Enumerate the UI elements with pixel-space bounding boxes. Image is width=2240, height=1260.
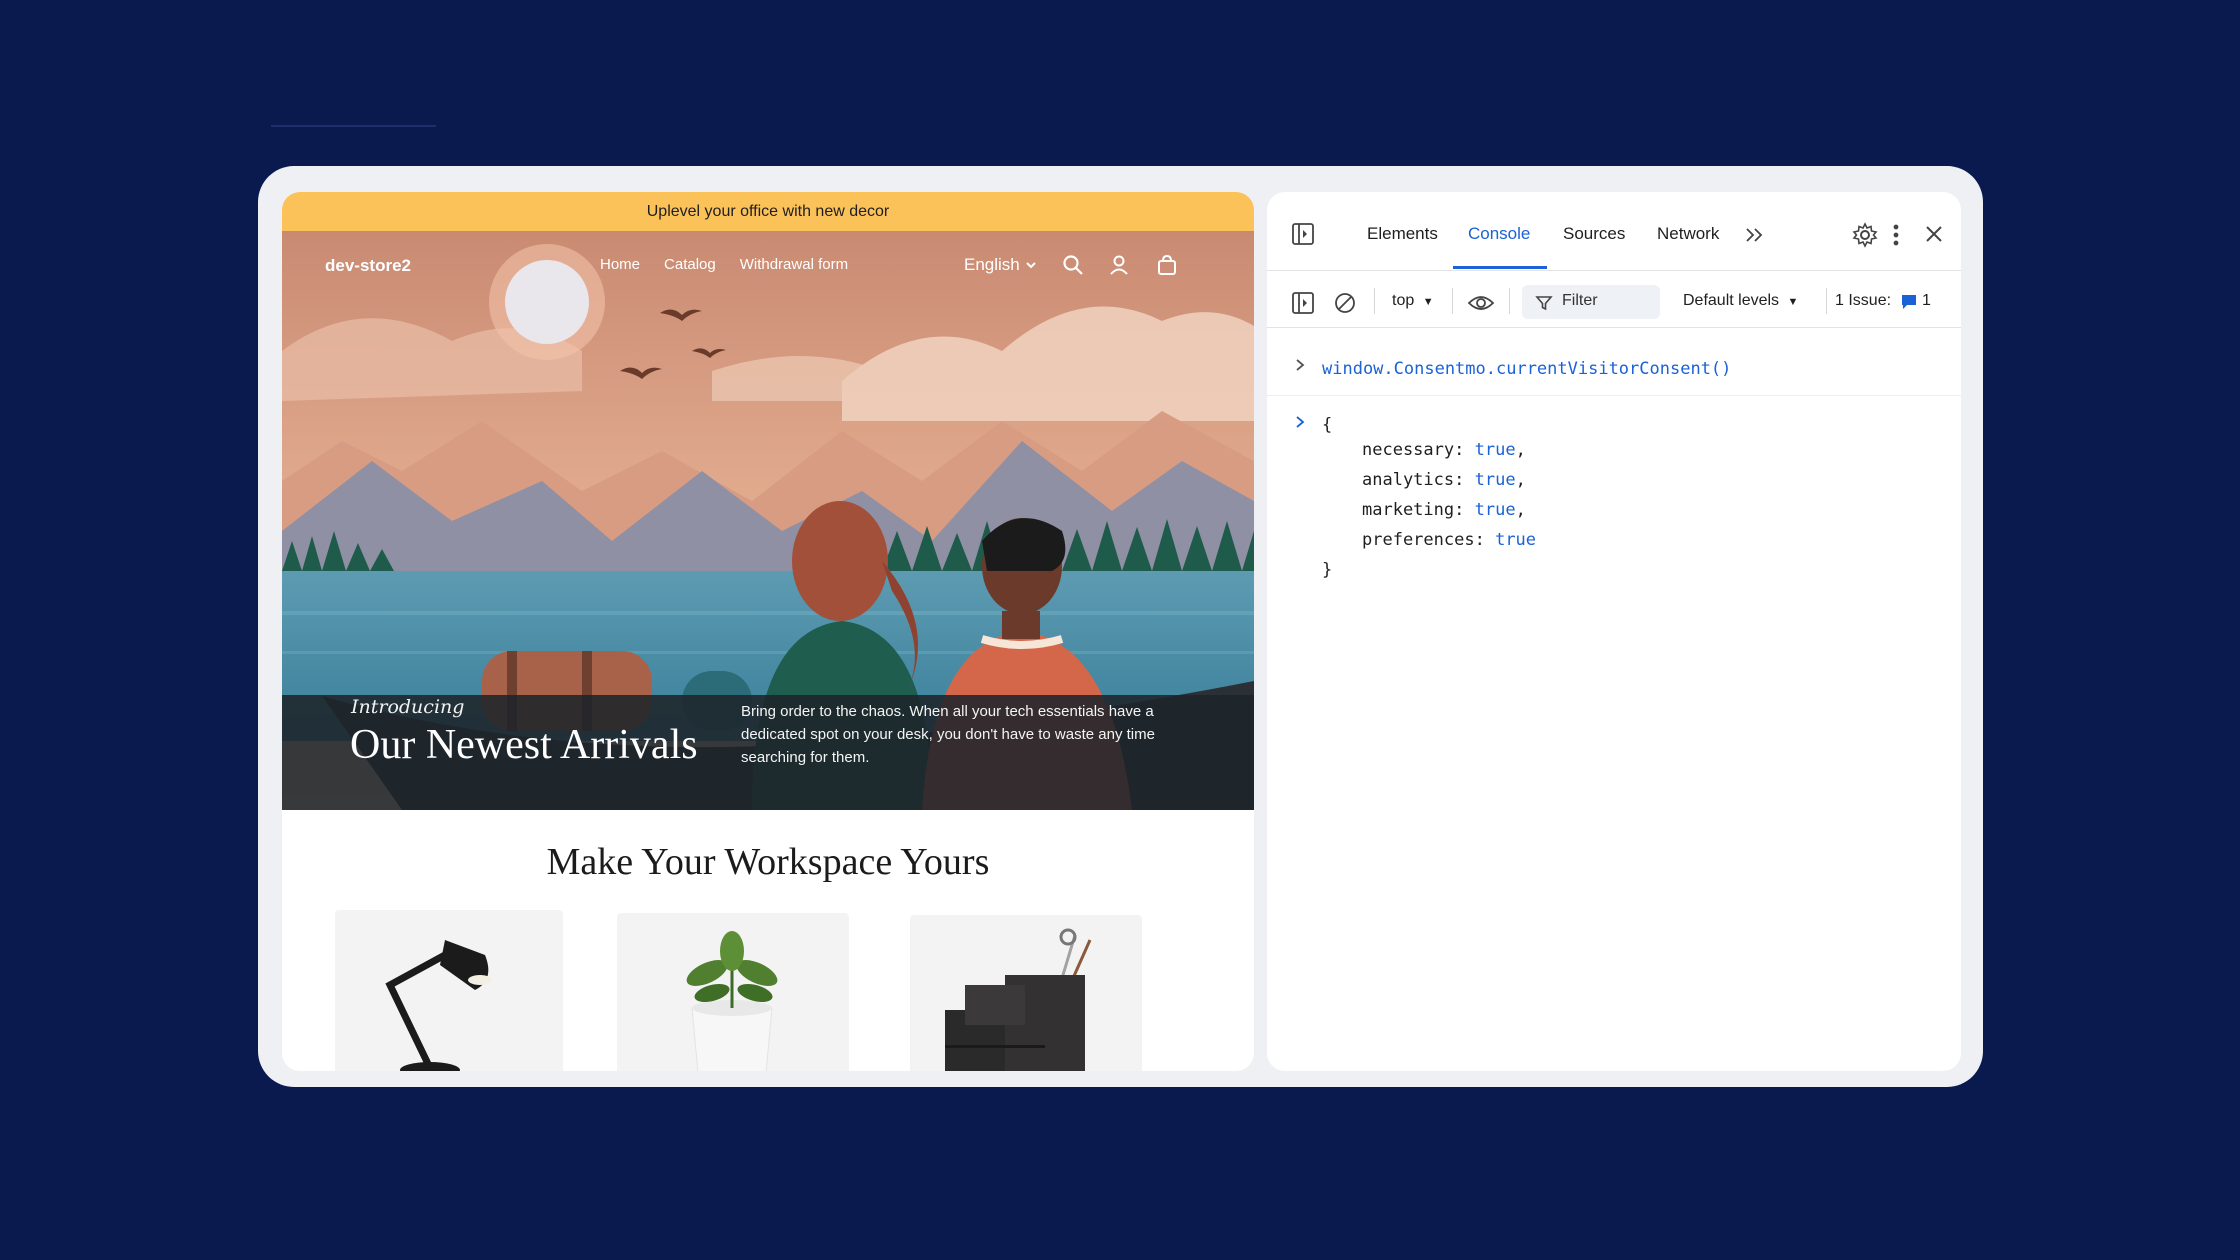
log-levels-label: Default levels	[1683, 292, 1780, 309]
filter-placeholder: Filter	[1562, 292, 1598, 309]
property-key: preferences:	[1362, 530, 1485, 550]
product-card-organizer[interactable]	[910, 915, 1142, 1071]
section-title: Make Your Workspace Yours	[546, 841, 990, 883]
result-property-necessary: necessary: true,	[1362, 440, 1526, 460]
announcement-text: Uplevel your office with new decor	[646, 202, 890, 220]
active-tab-indicator	[1453, 266, 1547, 269]
property-value: true	[1474, 500, 1516, 520]
tab-elements[interactable]: Elements	[1367, 224, 1438, 244]
settings-gear-icon[interactable]	[1852, 222, 1878, 248]
property-comma: ,	[1515, 440, 1526, 460]
announcement-bar[interactable]: Uplevel your office with new decor	[282, 192, 1254, 231]
live-expression-eye-icon[interactable]	[1467, 291, 1495, 315]
property-key: analytics:	[1362, 470, 1465, 490]
tab-console[interactable]: Console	[1468, 224, 1530, 244]
console-input-expression[interactable]: window.Consentmo.currentVisitorConsent()	[1322, 359, 1731, 379]
log-levels-dropdown[interactable]: Default levels ▼	[1683, 292, 1798, 310]
property-comma: ,	[1515, 500, 1526, 520]
context-selector[interactable]: top ▼	[1392, 292, 1434, 310]
hero-blurb: Bring order to the chaos. When all your …	[741, 703, 1155, 766]
account-icon[interactable]	[1107, 253, 1131, 277]
nav-link-home[interactable]: Home	[600, 256, 640, 273]
result-property-analytics: analytics: true,	[1362, 470, 1526, 490]
kebab-menu-icon[interactable]	[1891, 222, 1901, 248]
product-card-plant[interactable]	[617, 913, 849, 1071]
tab-network[interactable]: Network	[1657, 224, 1719, 244]
clear-console-icon[interactable]	[1333, 291, 1357, 315]
cart-bag-icon[interactable]	[1155, 253, 1179, 277]
dock-side-icon[interactable]	[1291, 222, 1315, 246]
issue-message-icon	[1902, 295, 1916, 309]
toolbar-separator	[1452, 288, 1453, 314]
result-property-marketing: marketing: true,	[1362, 500, 1526, 520]
language-selector[interactable]: English	[964, 255, 1038, 275]
close-icon[interactable]	[1923, 223, 1945, 245]
sidebar-toggle-icon[interactable]	[1291, 291, 1315, 315]
property-key: necessary:	[1362, 440, 1465, 460]
dropdown-triangle-icon: ▼	[1787, 296, 1799, 308]
property-value: true	[1474, 470, 1516, 490]
result-expand-chevron-icon[interactable]	[1294, 415, 1306, 434]
main-nav: Home Catalog Withdrawal form	[600, 256, 848, 273]
property-value: true	[1495, 530, 1537, 550]
toolbar-separator	[1826, 288, 1827, 314]
hero-headline: Our Newest Arrivals	[350, 722, 698, 768]
product-card-lamp[interactable]	[335, 910, 563, 1071]
context-label: top	[1392, 292, 1415, 309]
nav-link-catalog[interactable]: Catalog	[664, 256, 716, 273]
toolbar-separator	[1509, 288, 1510, 314]
property-value: true	[1474, 440, 1516, 460]
result-open-brace: {	[1322, 415, 1333, 435]
tab-sources[interactable]: Sources	[1563, 224, 1625, 244]
potted-plant-image	[686, 931, 778, 1071]
toolbar-separator	[1374, 288, 1375, 314]
decorative-line	[271, 125, 436, 127]
result-property-preferences: preferences: true	[1362, 530, 1536, 550]
storefront-preview: Uplevel your office with new decor dev-s…	[282, 192, 1254, 1071]
property-key: marketing:	[1362, 500, 1465, 520]
store-logo[interactable]: dev-store2	[325, 256, 411, 276]
property-comma: ,	[1515, 470, 1526, 490]
hero-eyebrow: Introducing	[351, 696, 465, 718]
issues-count: 1	[1922, 292, 1931, 309]
filter-funnel-icon	[1535, 296, 1553, 311]
console-row-divider	[1267, 395, 1961, 396]
issues-counter[interactable]: 1 Issue:	[1835, 292, 1891, 310]
devtools-panel: Elements Console Sources Network top ▼ F…	[1267, 192, 1961, 1071]
input-prompt-chevron-icon	[1294, 358, 1306, 377]
issues-label: 1 Issue:	[1835, 292, 1892, 309]
search-icon[interactable]	[1061, 253, 1085, 277]
desk-organizer-image	[945, 928, 1092, 1071]
store-header: dev-store2 Home Catalog Withdrawal form …	[282, 231, 1254, 306]
nav-link-withdrawal-form[interactable]: Withdrawal form	[740, 256, 848, 273]
desk-lamp-image	[385, 940, 492, 1071]
dropdown-triangle-icon: ▼	[1422, 296, 1434, 308]
language-label: English	[964, 255, 1020, 274]
result-close-brace: }	[1322, 560, 1333, 580]
more-tabs-chevron-icon[interactable]	[1744, 225, 1766, 245]
chevron-down-icon	[1026, 262, 1036, 269]
